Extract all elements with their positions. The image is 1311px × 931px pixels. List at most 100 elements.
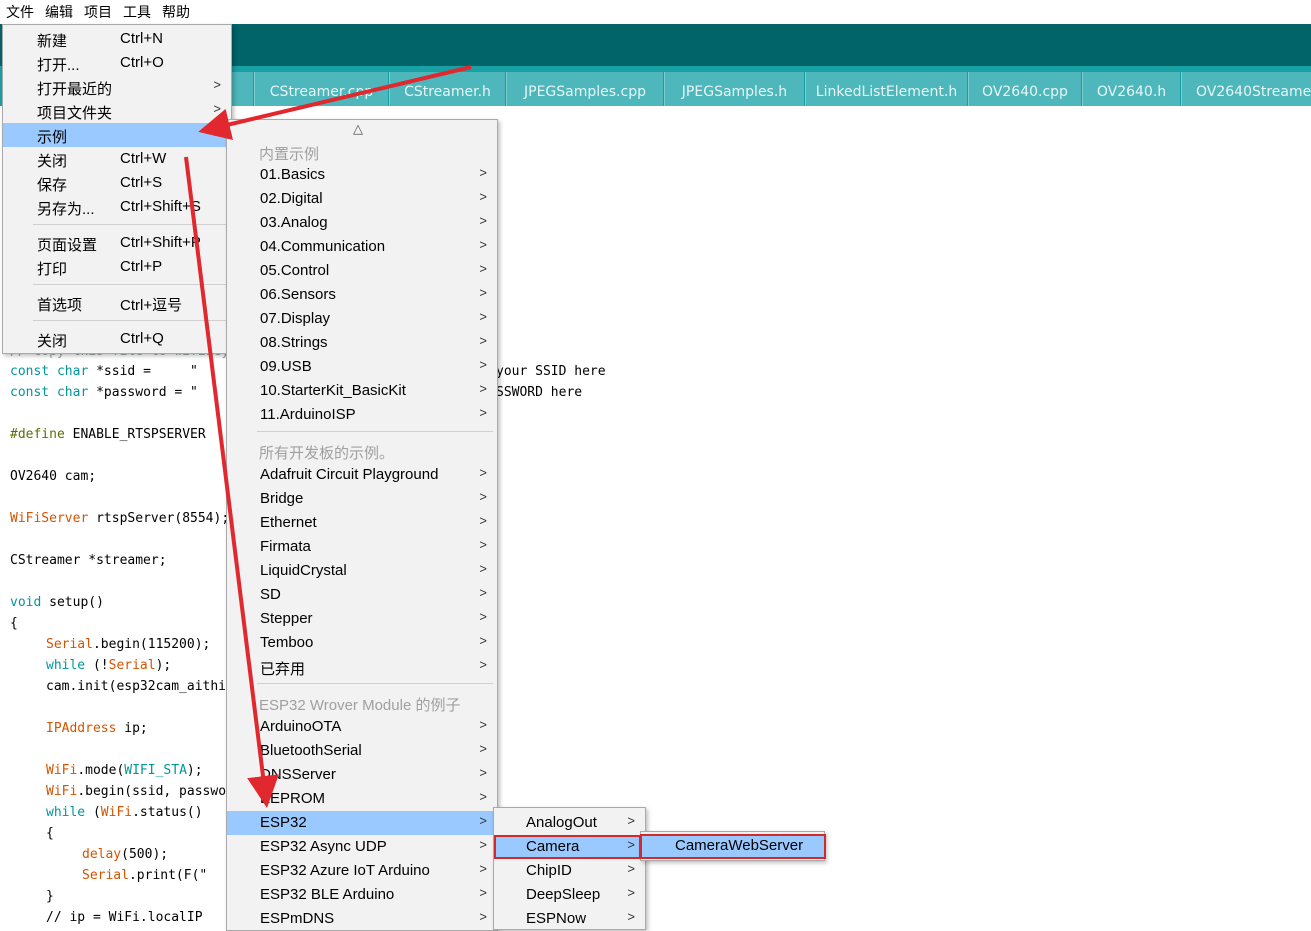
chevron-right-icon: > xyxy=(627,813,635,828)
examples-item-analog[interactable]: 03.Analog > xyxy=(227,211,497,235)
chevron-right-icon: > xyxy=(479,309,487,324)
examples-item-communication[interactable]: 04.Communication > xyxy=(227,235,497,259)
examples-item-ethernet[interactable]: Ethernet > xyxy=(227,511,497,535)
code-line-password: const char *password = " xyxy=(10,385,198,400)
file-menu-item-save[interactable]: 保存 Ctrl+S xyxy=(3,171,231,195)
chevron-right-icon: > xyxy=(479,837,487,852)
chevron-right-icon: > xyxy=(627,861,635,876)
file-menu-item-new[interactable]: 新建 Ctrl+N xyxy=(3,27,231,51)
file-menu-item-open[interactable]: 打开... Ctrl+O xyxy=(3,51,231,75)
tab-ov2640-h[interactable]: OV2640.h xyxy=(1082,72,1180,106)
chevron-right-icon: > xyxy=(479,789,487,804)
file-menu-item-preferences[interactable]: 首选项 Ctrl+逗号 xyxy=(3,291,231,315)
file-menu: 新建 Ctrl+N 打开... Ctrl+O 打开最近的 > 项目文件夹 > 示例 > 关… xyxy=(2,24,232,354)
examples-item-espmdns[interactable]: ESPmDNS > xyxy=(227,907,497,931)
menu-bar: 文件 编辑 项目 工具 帮助 xyxy=(0,0,1311,25)
examples-item-deprecated[interactable]: 已弃用 > xyxy=(227,655,497,679)
chevron-right-icon: > xyxy=(627,909,635,924)
chevron-right-icon: > xyxy=(479,765,487,780)
esp32-item-espnow[interactable]: ESPNow > xyxy=(494,907,645,931)
examples-item-sensors[interactable]: 06.Sensors > xyxy=(227,283,497,307)
chevron-right-icon: > xyxy=(213,101,221,116)
examples-item-sd[interactable]: SD > xyxy=(227,583,497,607)
examples-item-temboo[interactable]: Temboo > xyxy=(227,631,497,655)
code-line-ssid-tail: your SSID here xyxy=(496,364,606,379)
examples-item-esp32-async-udp[interactable]: ESP32 Async UDP > xyxy=(227,835,497,859)
esp32-item-deepsleep[interactable]: DeepSleep > xyxy=(494,883,645,907)
chevron-right-icon: > xyxy=(213,77,221,92)
menu-edit[interactable]: 编辑 xyxy=(45,2,73,22)
code-line-brace-open-2: { xyxy=(46,826,54,841)
examples-item-circuit-playground[interactable]: Adafruit Circuit Playground > xyxy=(227,463,497,487)
code-line-ssid: const char *ssid = " xyxy=(10,364,198,379)
file-menu-item-examples[interactable]: 示例 > xyxy=(3,123,231,147)
examples-item-bridge[interactable]: Bridge > xyxy=(227,487,497,511)
code-line-brace-open: { xyxy=(10,616,18,631)
code-line-streamer: CStreamer *streamer; xyxy=(10,553,167,568)
code-line-delay: delay(500); xyxy=(82,847,169,862)
chevron-right-icon: > xyxy=(479,585,487,600)
menu-help[interactable]: 帮助 xyxy=(162,2,190,22)
chevron-right-icon: > xyxy=(479,213,487,228)
examples-header-builtin: 内置示例 xyxy=(259,146,320,163)
examples-item-dnsserver[interactable]: DNSServer > xyxy=(227,763,497,787)
chevron-right-icon: > xyxy=(479,885,487,900)
examples-item-firmata[interactable]: Firmata > xyxy=(227,535,497,559)
examples-item-arduinoisp[interactable]: 11.ArduinoISP > xyxy=(227,403,497,427)
menu-sketch[interactable]: 项目 xyxy=(84,2,112,22)
tab-jpegsamples-cpp[interactable]: JPEGSamples.cpp xyxy=(506,72,663,106)
examples-item-control[interactable]: 05.Control > xyxy=(227,259,497,283)
annotation-box-camera xyxy=(494,835,641,859)
tab-jpegsamples-h[interactable]: JPEGSamples.h xyxy=(664,72,804,106)
examples-item-starterkit[interactable]: 10.StarterKit_BasicKit > xyxy=(227,379,497,403)
chevron-right-icon: > xyxy=(479,381,487,396)
file-menu-item-save-as[interactable]: 另存为... Ctrl+Shift+S xyxy=(3,195,231,219)
code-line-rtspserver: WiFiServer rtspServer(8554); xyxy=(10,511,230,526)
examples-item-basics[interactable]: 01.Basics > xyxy=(227,163,497,187)
tab-ov2640streamer-cpp[interactable]: OV2640Streamer.cpp xyxy=(1181,72,1311,106)
menu-tools[interactable]: 工具 xyxy=(123,2,151,22)
code-line-serial-print: Serial.print(F(" xyxy=(82,868,208,883)
examples-item-esp32-azure[interactable]: ESP32 Azure IoT Arduino > xyxy=(227,859,497,883)
chevron-right-icon: > xyxy=(627,885,635,900)
examples-item-usb[interactable]: 09.USB > xyxy=(227,355,497,379)
examples-item-esp32[interactable]: ESP32 > xyxy=(227,811,497,835)
examples-item-bluetoothserial[interactable]: BluetoothSerial > xyxy=(227,739,497,763)
chevron-right-icon: > xyxy=(479,909,487,924)
file-menu-item-quit[interactable]: 关闭 Ctrl+Q xyxy=(3,327,231,351)
examples-item-esp32-ble[interactable]: ESP32 BLE Arduino > xyxy=(227,883,497,907)
esp32-item-chipid[interactable]: ChipID > xyxy=(494,859,645,883)
examples-item-liquidcrystal[interactable]: LiquidCrystal > xyxy=(227,559,497,583)
esp32-item-analogout[interactable]: AnalogOut > xyxy=(494,811,645,835)
file-menu-item-page-setup[interactable]: 页面设置 Ctrl+Shift+P xyxy=(3,231,231,255)
file-menu-item-open-recent[interactable]: 打开最近的 > xyxy=(3,75,231,99)
chevron-right-icon: > xyxy=(479,813,487,828)
tab-linkedlistelement-h[interactable]: LinkedListElement.h xyxy=(805,72,967,106)
examples-item-eeprom[interactable]: EEPROM > xyxy=(227,787,497,811)
examples-item-digital[interactable]: 02.Digital > xyxy=(227,187,497,211)
tab-cstreamer-h[interactable]: CStreamer.h xyxy=(389,72,505,106)
examples-item-strings[interactable]: 08.Strings > xyxy=(227,331,497,355)
menu-separator xyxy=(257,683,493,684)
examples-item-display[interactable]: 07.Display > xyxy=(227,307,497,331)
menu-separator xyxy=(33,224,227,225)
tab-ov2640-cpp[interactable]: OV2640.cpp xyxy=(968,72,1081,106)
chevron-right-icon: > xyxy=(479,489,487,504)
chevron-right-icon: > xyxy=(479,405,487,420)
file-menu-item-sketchbook[interactable]: 项目文件夹 > xyxy=(3,99,231,123)
file-menu-item-close[interactable]: 关闭 Ctrl+W xyxy=(3,147,231,171)
scroll-up-icon[interactable]: △ xyxy=(353,121,363,137)
examples-item-arduinoota[interactable]: ArduinoOTA > xyxy=(227,715,497,739)
chevron-right-icon: > xyxy=(479,861,487,876)
chevron-right-icon: > xyxy=(479,657,487,672)
code-line-ipaddress: IPAddress ip; xyxy=(46,721,148,736)
code-line-setup: void setup() xyxy=(10,595,104,610)
file-menu-item-print[interactable]: 打印 Ctrl+P xyxy=(3,255,231,279)
menu-file[interactable]: 文件 xyxy=(6,2,34,22)
examples-item-stepper[interactable]: Stepper > xyxy=(227,607,497,631)
chevron-right-icon: > xyxy=(479,357,487,372)
examples-header-all-boards: 所有开发板的示例。 xyxy=(259,445,395,462)
code-line-cam: OV2640 cam; xyxy=(10,469,97,484)
tab-cstreamer-cpp[interactable]: CStreamer.cpp xyxy=(254,72,388,106)
code-line-while-serial: while (!Serial); xyxy=(46,658,172,673)
